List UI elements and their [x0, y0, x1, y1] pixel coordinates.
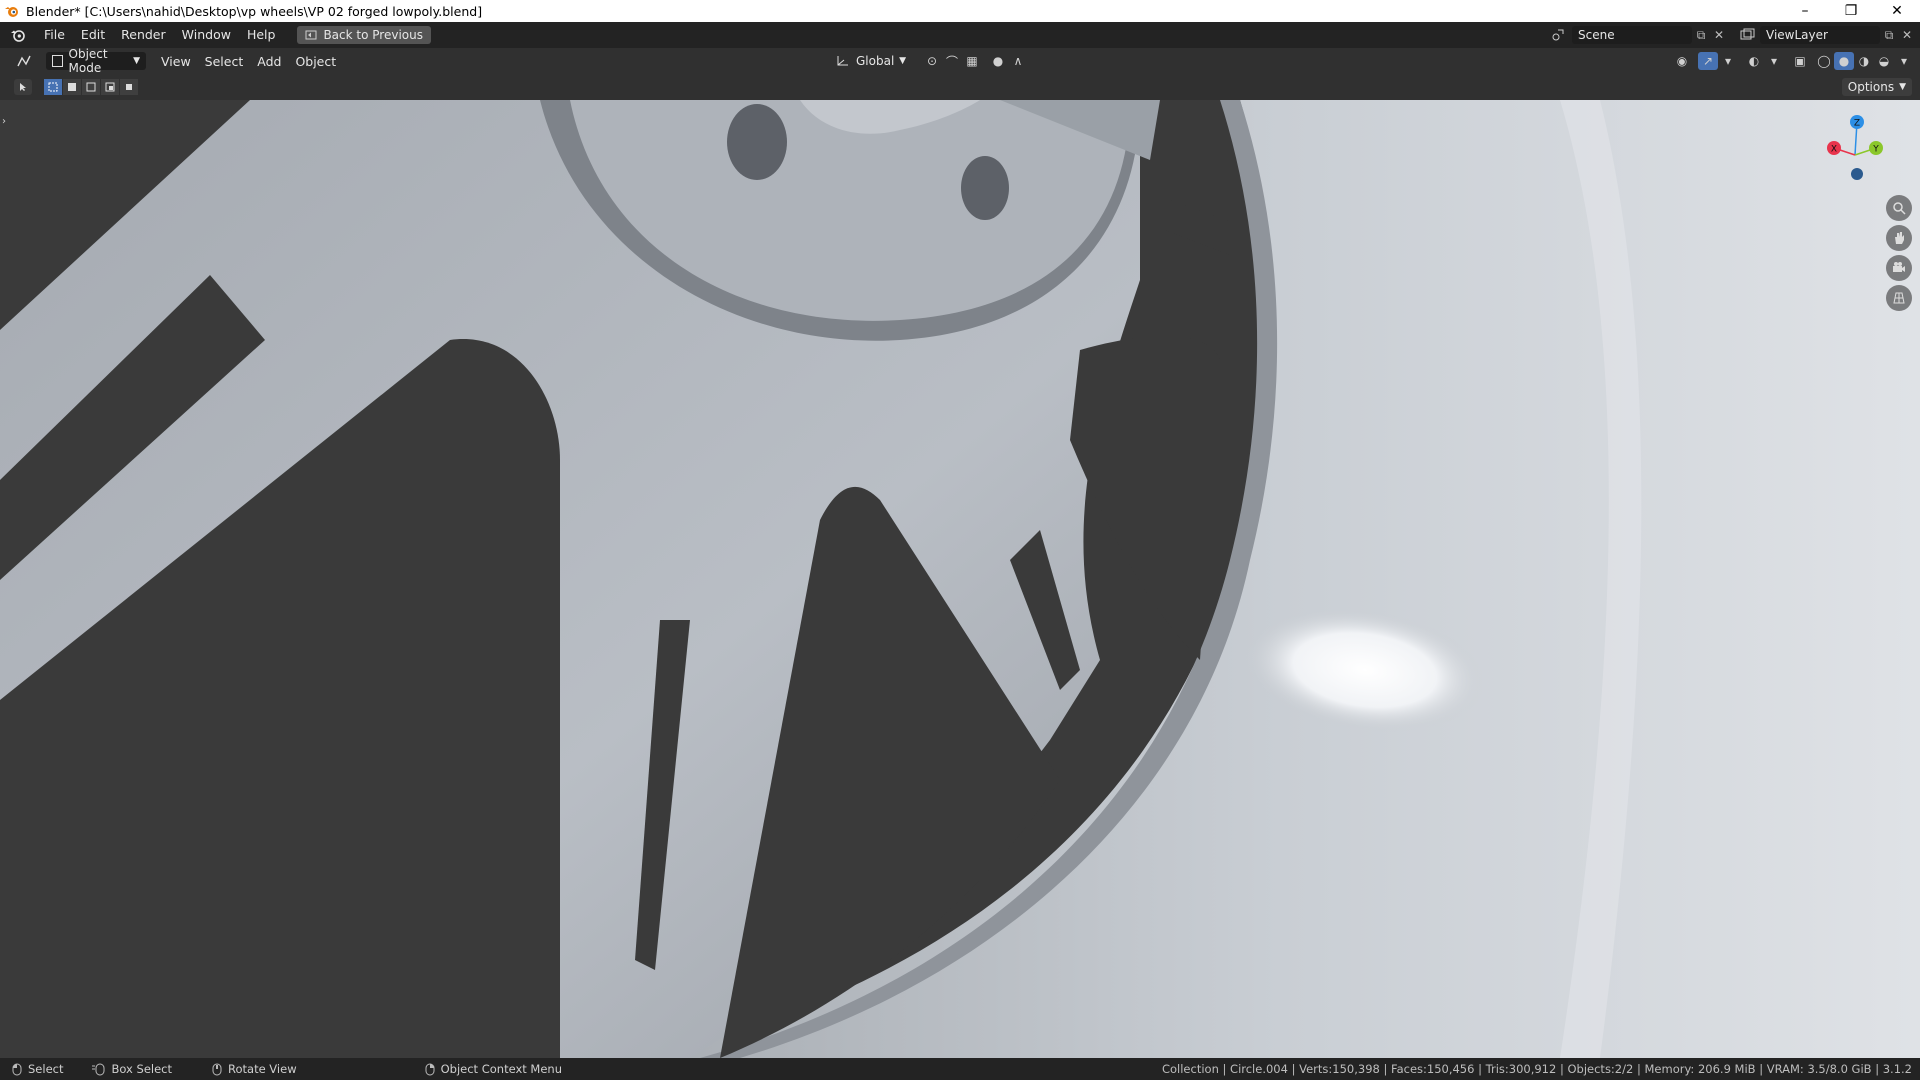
- falloff-icon[interactable]: ∧: [1008, 52, 1028, 70]
- select-intersect-mode-icon[interactable]: [120, 79, 138, 95]
- rendered-shading-icon[interactable]: ◒: [1874, 52, 1894, 70]
- chevron-down-icon: ▼: [133, 56, 140, 66]
- menu-window[interactable]: Window: [174, 22, 239, 48]
- mouse-left-icon: [12, 1063, 22, 1075]
- shading-dropdown-icon[interactable]: ▾: [1894, 52, 1914, 70]
- delete-scene-icon[interactable]: ✕: [1710, 26, 1728, 44]
- top-menubar: File Edit Render Window Help Back to Pre…: [0, 22, 1920, 48]
- window-title: Blender* [C:\Users\nahid\Desktop\vp whee…: [26, 3, 483, 19]
- status-select-label: Select: [28, 1062, 64, 1076]
- menu-render[interactable]: Render: [113, 22, 174, 48]
- status-bar: Select Box Select Rotate View Object Con…: [0, 1058, 1920, 1080]
- status-select: Select: [12, 1062, 63, 1076]
- view-layer-field[interactable]: ViewLayer: [1760, 26, 1880, 44]
- zoom-icon[interactable]: [1886, 195, 1912, 221]
- back-icon: [305, 30, 317, 40]
- visibility-icon[interactable]: ◉: [1672, 52, 1692, 70]
- object-mode-label: Object Mode: [68, 47, 108, 75]
- chevron-down-icon: ▼: [1899, 82, 1906, 92]
- restore-button[interactable]: ❐: [1828, 0, 1874, 22]
- 3d-viewport[interactable]: › Z Y X: [0, 100, 1920, 1058]
- overlays-dropdown-icon[interactable]: ▾: [1764, 52, 1784, 70]
- view-layer-name: ViewLayer: [1766, 28, 1828, 42]
- delete-view-layer-icon[interactable]: ✕: [1898, 26, 1916, 44]
- pivot-point-icon[interactable]: ⊙: [922, 52, 942, 70]
- status-context-menu-label: Object Context Menu: [440, 1062, 562, 1076]
- status-rotate-view: Rotate View: [212, 1062, 297, 1076]
- camera-view-icon[interactable]: [1886, 255, 1912, 281]
- transform-orientation-dropdown[interactable]: Global ▼: [830, 52, 912, 70]
- gizmo-z-label: Z: [1854, 119, 1860, 129]
- snap-increment-icon[interactable]: ▦: [962, 52, 982, 70]
- new-scene-icon[interactable]: ⧉: [1692, 26, 1710, 44]
- snap-icon[interactable]: ⌒: [942, 52, 962, 70]
- transform-orientation-label: Global: [856, 54, 895, 68]
- blender-logo-icon: [5, 7, 18, 17]
- gizmo-y-label: Y: [1872, 145, 1879, 155]
- scene-name: Scene: [1578, 28, 1615, 42]
- object-mode-icon: [52, 55, 63, 67]
- wireframe-shading-icon[interactable]: ◯: [1814, 52, 1834, 70]
- mouse-drag-icon: [92, 1063, 105, 1075]
- orientation-axes-icon: [837, 56, 848, 66]
- overlays-icon[interactable]: ◐: [1744, 52, 1764, 70]
- chevron-down-icon: ▼: [899, 56, 906, 66]
- object-mode-dropdown[interactable]: Object Mode ▼: [46, 47, 146, 75]
- navigation-gizmo[interactable]: Z Y X: [1810, 110, 1900, 200]
- menu-object[interactable]: Object: [288, 54, 343, 69]
- menu-edit[interactable]: Edit: [73, 22, 113, 48]
- back-to-previous-button[interactable]: Back to Previous: [297, 26, 431, 44]
- menu-help[interactable]: Help: [239, 22, 284, 48]
- options-label: Options: [1847, 80, 1895, 94]
- new-view-layer-icon[interactable]: ⧉: [1880, 26, 1898, 44]
- viewport-header: Object Mode ▼ View Select Add Object Glo…: [0, 47, 1920, 75]
- status-box-select-label: Box Select: [111, 1062, 172, 1076]
- editor-type-icon[interactable]: [10, 52, 38, 70]
- select-tool-icon[interactable]: [14, 79, 32, 95]
- mouse-middle-icon: [212, 1063, 222, 1075]
- mouse-right-icon: [425, 1063, 435, 1075]
- gizmo-x-label: X: [1831, 145, 1837, 155]
- status-box-select: Box Select: [91, 1062, 172, 1076]
- wheel-render: [0, 100, 1920, 1058]
- menu-add[interactable]: Add: [250, 54, 288, 69]
- select-invert-mode-icon[interactable]: [101, 79, 119, 95]
- blender-menu-icon[interactable]: [0, 27, 36, 43]
- menu-file[interactable]: File: [36, 22, 73, 48]
- gizmo-dropdown-icon[interactable]: ▾: [1718, 52, 1738, 70]
- close-button[interactable]: ✕: [1874, 0, 1920, 22]
- window-titlebar: Blender* [C:\Users\nahid\Desktop\vp whee…: [0, 0, 1920, 22]
- options-dropdown[interactable]: Options ▼: [1841, 78, 1912, 96]
- minimize-button[interactable]: –: [1782, 0, 1828, 22]
- select-new-mode-icon[interactable]: [44, 79, 62, 95]
- perspective-toggle-icon[interactable]: [1886, 285, 1912, 311]
- xray-icon[interactable]: ▣: [1790, 52, 1810, 70]
- material-shading-icon[interactable]: ◑: [1854, 52, 1874, 70]
- view-layer-selector-icon[interactable]: [1738, 26, 1756, 44]
- scene-statistics: Collection | Circle.004 | Verts:150,398 …: [1161, 1062, 1912, 1076]
- gizmo-toggle-icon[interactable]: ↗: [1698, 52, 1718, 70]
- select-subtract-mode-icon[interactable]: [82, 79, 100, 95]
- solid-shading-icon[interactable]: ●: [1834, 52, 1854, 70]
- select-extend-mode-icon[interactable]: [63, 79, 81, 95]
- tool-header: Options ▼: [0, 74, 1920, 100]
- scene-selector-icon[interactable]: [1550, 26, 1568, 44]
- back-to-previous-label: Back to Previous: [323, 28, 423, 42]
- toolbar-expand-icon[interactable]: ›: [2, 116, 6, 127]
- status-context-menu: Object Context Menu: [425, 1062, 562, 1076]
- menu-select[interactable]: Select: [198, 54, 251, 69]
- scene-name-field[interactable]: Scene: [1572, 26, 1692, 44]
- pan-hand-icon[interactable]: [1886, 225, 1912, 251]
- menu-view[interactable]: View: [154, 54, 198, 69]
- status-rotate-view-label: Rotate View: [228, 1062, 297, 1076]
- proportional-edit-icon[interactable]: ●: [988, 52, 1008, 70]
